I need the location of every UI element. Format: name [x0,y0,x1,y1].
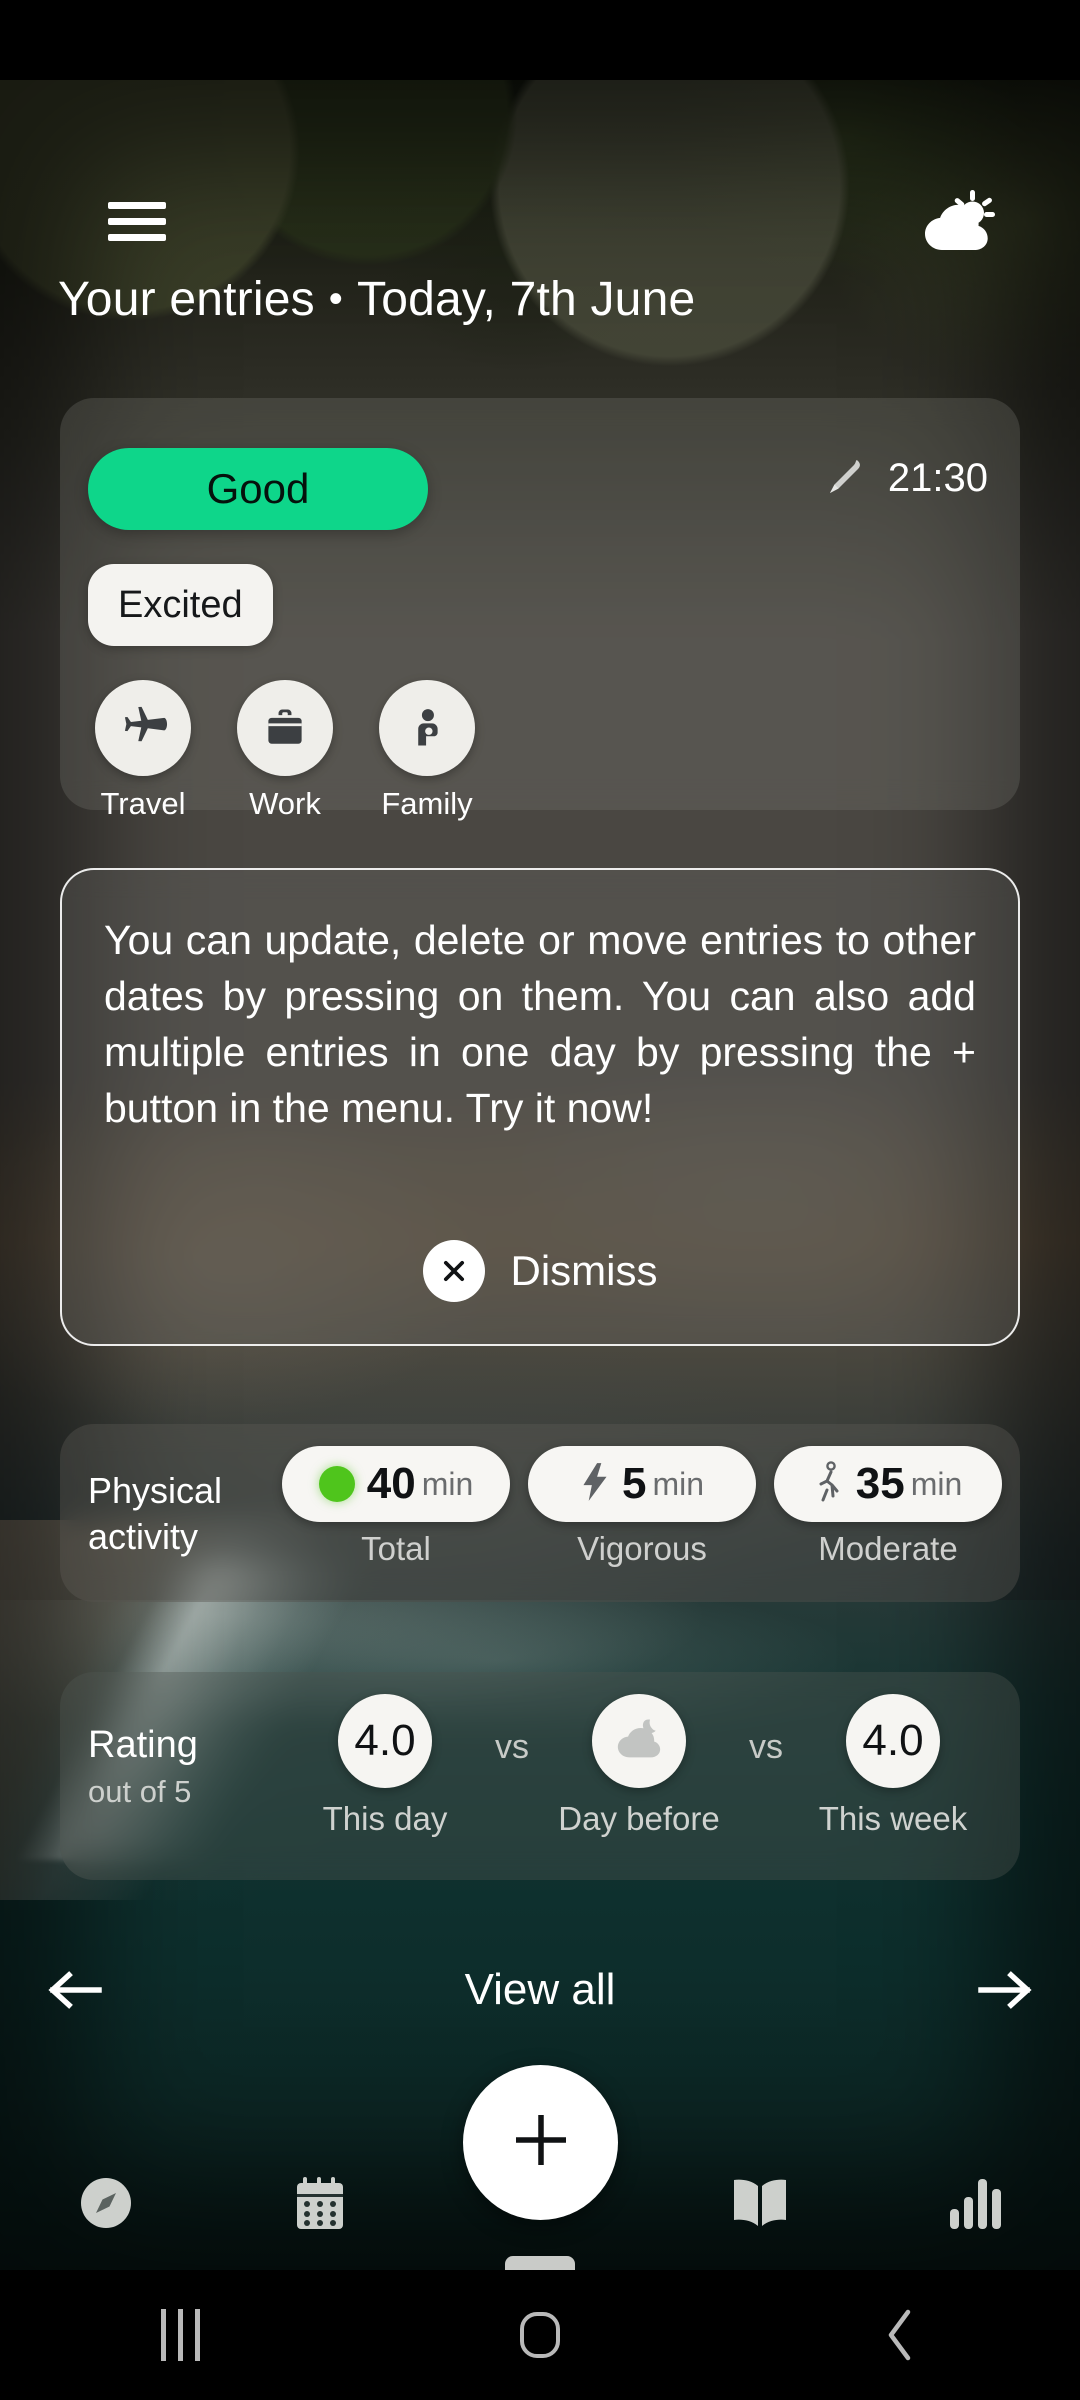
activity-unit: min [910,1465,963,1502]
rating-value-circle: 4.0 [338,1694,432,1788]
physical-activity-items: 40 min Total 5 min Vigorous 35 min Moder… [282,1446,1002,1568]
lightning-bolt-icon [580,1461,610,1508]
cloudy-night-icon [613,1716,665,1767]
page-title: Your entries • Today, 7th June [58,272,695,327]
activity-moderate[interactable]: 35 min Moderate [774,1446,1002,1568]
family-icon [379,680,475,776]
rating-value-circle: 4.0 [846,1694,940,1788]
rating-caption: Day before [558,1800,720,1837]
rating-this-day[interactable]: 4.0 This day [300,1694,470,1838]
rating-this-week[interactable]: 4.0 This week [808,1694,978,1838]
tag-travel[interactable]: Travel [88,680,198,822]
physical-activity-title: Physical activity [88,1470,223,1557]
tag-label: Family [381,786,473,821]
airplane-icon [95,680,191,776]
system-navigation-bar [0,2270,1080,2400]
phone-screen: Your entries • Today, 7th June Good 21:30 … [0,0,1080,2400]
compass-icon [78,2175,134,2236]
hamburger-menu-icon[interactable] [108,202,166,242]
pencil-icon[interactable] [822,457,866,501]
rating-caption: This week [818,1800,968,1837]
page-title-separator: • [328,277,344,321]
activity-unit: min [421,1465,474,1502]
physical-activity-card: Physical activity 40 min Total 5 min Vig… [60,1424,1020,1602]
activity-value: 35 [855,1459,905,1508]
vs-label-1: vs [495,1728,529,1766]
app-top-bar [0,80,1080,250]
walking-person-icon [814,1460,844,1509]
recents-icon[interactable] [0,2309,360,2361]
rating-day-before[interactable]: Day before [554,1694,724,1838]
rating-items: 4.0 This day vs Day before vs 4.0 This w… [300,1694,1004,1838]
rating-caption: This day [322,1800,448,1837]
tag-family[interactable]: Family [372,680,482,822]
activity-unit: min [652,1465,705,1502]
rating-value: 4.0 [354,1716,416,1765]
tip-text: You can update, delete or move entries t… [104,917,976,1131]
tag-label: Travel [100,786,186,821]
activity-caption: Moderate [818,1530,958,1567]
pager-row: View all [0,1930,1080,2050]
entry-time: 21:30 [887,456,988,500]
page-title-date: Today, 7th June [357,273,696,326]
activity-total[interactable]: 40 min Total [282,1446,510,1568]
page-title-primary: Your entries [58,273,315,326]
bar-chart-icon [946,2175,1002,2236]
bottom-navigation-bar [0,2065,1080,2270]
entry-edit-row: 21:30 [822,456,988,501]
nav-item-explore[interactable] [46,2140,166,2270]
activity-value: 40 [366,1459,416,1508]
activity-vigorous[interactable]: 5 min Vigorous [528,1446,756,1568]
activity-pill: 40 min [282,1446,510,1522]
rating-card: Rating out of 5 4.0 This day vs Day befo… [60,1672,1020,1880]
arrow-left-icon[interactable] [0,1968,150,2012]
home-icon[interactable] [360,2309,720,2361]
activity-pill: 35 min [774,1446,1002,1522]
nav-item-journal[interactable] [700,2140,820,2270]
rating-title: Rating [88,1724,198,1766]
briefcase-icon [237,680,333,776]
partly-cloudy-icon[interactable] [920,188,996,254]
view-all-button[interactable]: View all [150,1965,930,2015]
activity-value: 5 [621,1459,647,1508]
book-icon [729,2176,791,2235]
dismiss-button[interactable]: Dismiss [62,1240,1018,1302]
green-dot-icon [318,1466,355,1502]
tip-card: You can update, delete or move entries t… [60,868,1020,1346]
tag-work[interactable]: Work [230,680,340,822]
activity-caption: Vigorous [577,1530,707,1567]
activity-pill: 5 min [528,1446,756,1522]
calendar-icon [291,2173,349,2238]
status-bar [0,0,1080,80]
rating-value: 4.0 [862,1716,924,1765]
entry-tags: Travel Work Family [88,680,482,822]
dismiss-label: Dismiss [510,1247,658,1294]
rating-subtitle: out of 5 [88,1774,192,1809]
entry-card[interactable]: Good 21:30 Excited Travel Work Family [60,398,1020,821]
tag-label: Work [249,786,321,821]
plus-icon [506,2105,576,2180]
add-entry-fab[interactable] [463,2065,618,2220]
nav-item-calendar[interactable] [260,2140,380,2270]
vs-label-2: vs [749,1728,783,1766]
rating-value-circle [592,1694,686,1788]
back-icon[interactable] [720,2307,1080,2363]
activity-caption: Total [361,1530,431,1567]
arrow-right-icon[interactable] [930,1968,1080,2012]
nav-item-stats[interactable] [914,2140,1034,2270]
feeling-badge[interactable]: Excited [88,564,273,646]
close-icon [422,1240,485,1302]
mood-badge[interactable]: Good [88,448,428,530]
